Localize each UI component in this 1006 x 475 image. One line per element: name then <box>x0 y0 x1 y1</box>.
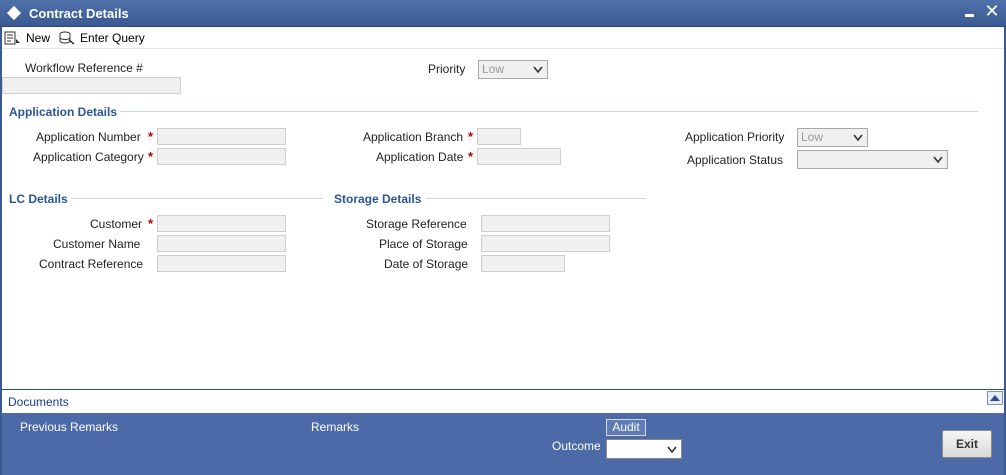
new-button-label: New <box>26 31 51 45</box>
outcome-label: Outcome <box>552 439 601 453</box>
chevron-down-icon <box>933 156 943 164</box>
documents-link[interactable]: Documents <box>8 395 69 409</box>
lc-details-heading: LC Details <box>9 192 68 206</box>
contract-reference-label: Contract Reference <box>39 257 144 271</box>
window-title: Contract Details <box>29 6 129 21</box>
application-number-field[interactable] <box>157 128 286 145</box>
outcome-select[interactable] <box>606 439 682 459</box>
required-marker: * <box>148 149 154 164</box>
scroll-up-icon[interactable] <box>987 391 1003 405</box>
required-marker: * <box>468 149 474 164</box>
priority-label: Priority <box>428 62 466 76</box>
new-document-icon <box>4 31 20 45</box>
enter-query-button-label: Enter Query <box>80 31 145 45</box>
lc-details-divider <box>71 198 323 199</box>
customer-name-label: Customer Name <box>53 237 141 251</box>
previous-remarks-link[interactable]: Previous Remarks <box>20 420 118 434</box>
storage-details-heading: Storage Details <box>334 192 422 206</box>
enter-query-button[interactable]: Enter Query <box>58 29 145 47</box>
audit-button[interactable]: Audit <box>606 419 646 436</box>
enter-query-icon <box>59 31 75 45</box>
triangle-up-icon <box>990 395 1000 401</box>
application-status-label: Application Status <box>687 153 784 167</box>
toolbar: New Enter Query <box>2 27 1004 49</box>
application-priority-select[interactable]: Low <box>797 128 868 147</box>
priority-value: Low <box>482 62 505 76</box>
new-button[interactable]: New <box>4 29 50 47</box>
application-priority-label: Application Priority <box>685 130 785 144</box>
application-branch-label: Application Branch <box>363 130 464 144</box>
application-branch-field[interactable] <box>477 128 521 145</box>
chevron-down-icon <box>533 66 543 74</box>
contract-reference-field[interactable] <box>157 255 286 272</box>
chevron-down-icon <box>667 446 677 454</box>
required-marker: * <box>468 129 474 144</box>
application-date-field[interactable] <box>477 148 561 165</box>
workflow-reference-label: Workflow Reference # <box>25 61 143 75</box>
application-date-label: Application Date <box>376 150 464 164</box>
application-status-select[interactable] <box>797 150 948 169</box>
application-number-label: Application Number <box>36 130 141 144</box>
close-icon[interactable]: ✕ <box>984 1 1000 21</box>
customer-name-field[interactable] <box>157 235 286 252</box>
storage-reference-field[interactable] <box>481 215 610 232</box>
priority-select[interactable]: Low <box>478 60 548 79</box>
footer-bar: Previous Remarks Remarks Audit Outcome E… <box>2 413 1004 475</box>
application-priority-value: Low <box>801 130 824 144</box>
customer-label: Customer <box>90 217 143 231</box>
application-details-divider <box>120 111 978 112</box>
date-of-storage-label: Date of Storage <box>384 257 469 271</box>
app-diamond-icon <box>6 5 22 21</box>
date-of-storage-field[interactable] <box>481 255 565 272</box>
place-of-storage-field[interactable] <box>481 235 610 252</box>
minimize-icon[interactable] <box>963 4 977 20</box>
chevron-down-icon <box>853 134 863 142</box>
application-category-field[interactable] <box>157 148 286 165</box>
required-marker: * <box>148 129 154 144</box>
place-of-storage-label: Place of Storage <box>379 237 468 251</box>
application-details-heading: Application Details <box>9 105 118 119</box>
storage-reference-label: Storage Reference <box>366 217 467 231</box>
workflow-reference-field[interactable] <box>2 77 181 94</box>
exit-button[interactable]: Exit <box>942 430 992 458</box>
application-category-label: Application Category <box>33 150 144 164</box>
required-marker: * <box>148 216 154 231</box>
remarks-link[interactable]: Remarks <box>311 420 359 434</box>
window-title-bar: Contract Details ✕ <box>0 0 1006 27</box>
customer-field[interactable] <box>157 215 286 232</box>
storage-details-divider <box>426 198 646 199</box>
documents-bar: Documents <box>2 389 1004 413</box>
